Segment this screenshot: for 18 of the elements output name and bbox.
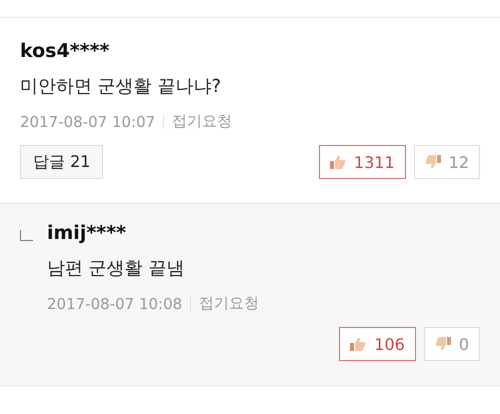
comment-text: 남편 군생활 끝냄: [47, 257, 186, 280]
thumbs-up-icon: [350, 337, 366, 351]
username: kos4****: [20, 40, 110, 62]
fold-request-link[interactable]: 접기요청: [199, 294, 260, 313]
comment-text: 미안하면 군생활 끝나냐?: [20, 75, 222, 98]
username: imij****: [47, 222, 128, 244]
timestamp: 2017-08-07 10:08: [47, 294, 182, 312]
fold-request-link[interactable]: 접기요청: [172, 112, 232, 131]
thumbs-down-icon: [424, 155, 441, 169]
reply-arrow-icon: [20, 230, 33, 241]
like-button[interactable]: 1311: [318, 145, 406, 179]
thumbs-up-icon: [330, 155, 346, 169]
dislike-button[interactable]: 12: [414, 145, 480, 179]
thumbs-down-icon: [434, 337, 451, 351]
timestamp: 2017-08-07 10:07: [20, 112, 156, 130]
dislike-button[interactable]: 0: [424, 327, 480, 361]
like-button[interactable]: 106: [339, 327, 416, 361]
reply-button[interactable]: 답글 21: [20, 145, 104, 179]
